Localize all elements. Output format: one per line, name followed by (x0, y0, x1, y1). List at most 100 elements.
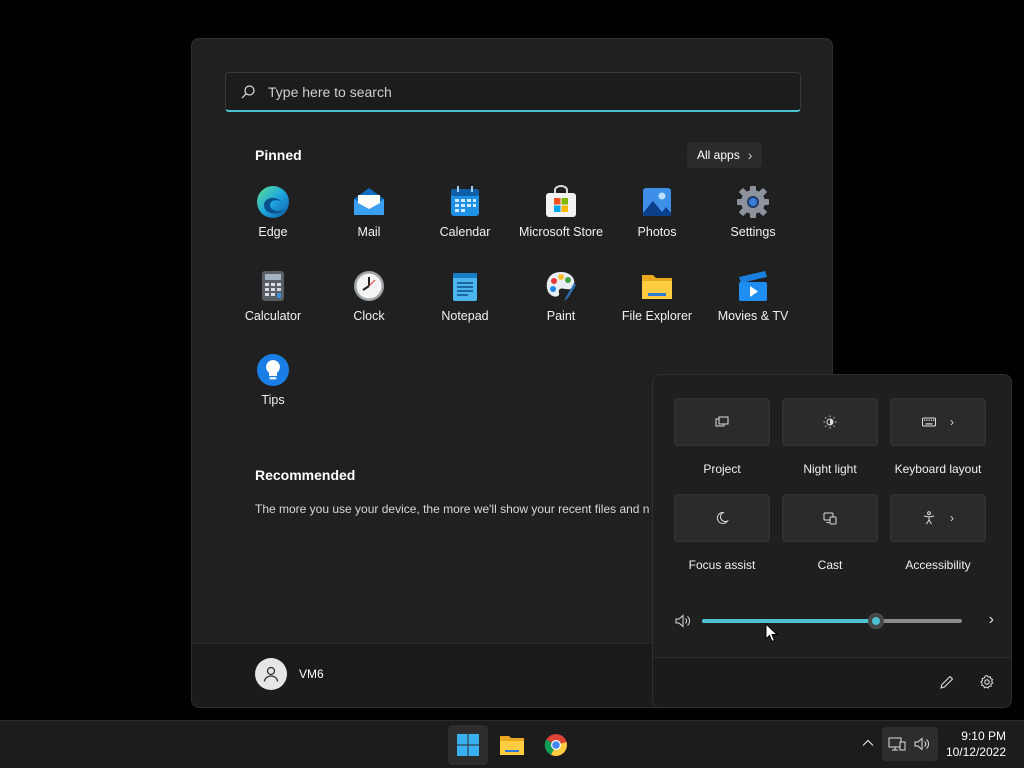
pinned-app-calendar[interactable]: Calendar (417, 185, 513, 269)
all-apps-button[interactable]: All apps › (687, 142, 763, 168)
pinned-app-clock[interactable]: Clock (321, 269, 417, 353)
search-box[interactable] (225, 72, 801, 112)
pinned-app-settings[interactable]: Settings (705, 185, 801, 269)
recommended-title: Recommended (255, 467, 356, 483)
volume-slider-thumb[interactable] (868, 613, 885, 629)
speaker-icon[interactable] (674, 612, 692, 630)
paint-icon (544, 269, 578, 303)
pinned-app-paint[interactable]: Paint (513, 269, 609, 353)
volume-icon (914, 737, 929, 751)
app-label: Movies & TV (717, 309, 789, 323)
quick-settings-footer (653, 657, 1011, 707)
photos-icon (640, 185, 674, 219)
app-label: Edge (258, 225, 288, 239)
app-label: Paint (546, 309, 576, 323)
moon-icon (716, 511, 729, 524)
tile-label: Keyboard layout (894, 462, 982, 476)
clock-date: 10/12/2022 (945, 745, 1006, 759)
app-label: Tips (261, 393, 285, 407)
app-label: Settings (730, 225, 776, 239)
taskbar: 9:10 PM 10/12/2022 (0, 720, 1024, 768)
user-name: VM6 (299, 667, 324, 681)
tile-project: Project (674, 398, 770, 494)
tile-cast: Cast (782, 494, 878, 590)
keyboard-icon (922, 417, 936, 427)
pinned-title: Pinned (255, 147, 302, 163)
app-label: Calendar (439, 225, 491, 239)
tile-night-light: Night light (782, 398, 878, 494)
search-icon (241, 84, 255, 98)
quick-settings-tiles: Project Night light › Keyboard layout Fo… (674, 398, 986, 590)
night-light-icon (823, 415, 837, 429)
pinned-app-file-explorer[interactable]: File Explorer (609, 269, 705, 353)
folder-icon (640, 269, 674, 303)
avatar (255, 658, 287, 690)
tile-label: Focus assist (688, 558, 756, 572)
pinned-app-tips[interactable]: Tips (225, 353, 321, 437)
pinned-app-calculator[interactable]: Calculator (225, 269, 321, 353)
tile-focus-assist: Focus assist (674, 494, 770, 590)
file-explorer-icon (500, 736, 524, 755)
app-label: Photos (637, 225, 677, 239)
recommended-empty-text: The more you use your device, the more w… (255, 502, 650, 516)
taskbar-chrome[interactable] (536, 725, 576, 765)
search-input[interactable] (268, 83, 788, 100)
pinned-app-edge[interactable]: Edge (225, 185, 321, 269)
taskbar-clock[interactable]: 9:10 PM 10/12/2022 (946, 728, 1006, 760)
pinned-app-photos[interactable]: Photos (609, 185, 705, 269)
app-label: Microsoft Store (518, 225, 604, 239)
edit-pencil-icon[interactable] (939, 674, 955, 690)
tile-label: Night light (803, 462, 857, 476)
user-icon (263, 666, 279, 682)
network-icon (888, 737, 906, 751)
chrome-icon (544, 734, 567, 756)
tile-accessibility: › Accessibility (890, 494, 986, 590)
gear-icon[interactable] (979, 674, 995, 690)
chevron-right-icon[interactable]: › (989, 611, 994, 629)
pinned-app-microsoft-store[interactable]: Microsoft Store (513, 185, 609, 269)
volume-slider-fill (702, 619, 877, 623)
start-button[interactable] (448, 725, 488, 765)
quick-settings-panel: Project Night light › Keyboard layout Fo… (652, 374, 1012, 708)
pinned-app-mail[interactable]: Mail (321, 185, 417, 269)
volume-slider[interactable] (702, 613, 962, 629)
clock-icon (352, 269, 386, 303)
mouse-cursor-icon (765, 623, 779, 643)
tile-label: Project (703, 462, 741, 476)
accessibility-button[interactable]: › (890, 494, 986, 542)
user-account-button[interactable]: VM6 (255, 658, 324, 690)
calendar-icon (448, 185, 482, 219)
chevron-right-icon: › (950, 511, 954, 525)
keyboard-layout-button[interactable]: › (890, 398, 986, 446)
app-label: Clock (353, 309, 385, 323)
store-icon (544, 185, 578, 219)
app-label: Mail (357, 225, 381, 239)
accessibility-icon (923, 511, 935, 525)
show-hidden-icons-chevron-up-icon[interactable] (860, 735, 876, 751)
clock-time: 9:10 PM (961, 729, 1006, 743)
tray-network-volume-button[interactable] (882, 727, 938, 761)
pinned-app-notepad[interactable]: Notepad (417, 269, 513, 353)
app-label: Calculator (244, 309, 302, 323)
windows-start-icon (457, 734, 479, 756)
cast-icon (823, 512, 837, 525)
tile-label: Accessibility (905, 558, 971, 572)
night-light-button[interactable] (782, 398, 878, 446)
tips-icon (256, 353, 290, 387)
all-apps-label: All apps (697, 148, 740, 162)
app-label: Notepad (441, 309, 489, 323)
taskbar-file-explorer[interactable] (492, 725, 532, 765)
edge-icon (256, 185, 290, 219)
cast-button[interactable] (782, 494, 878, 542)
pinned-app-movies-tv[interactable]: Movies & TV (705, 269, 801, 353)
calculator-icon (256, 269, 290, 303)
project-button[interactable] (674, 398, 770, 446)
mail-icon (352, 185, 386, 219)
tile-keyboard-layout: › Keyboard layout (890, 398, 986, 494)
project-icon (715, 416, 729, 427)
chevron-right-icon: › (747, 147, 753, 163)
focus-assist-button[interactable] (674, 494, 770, 542)
chevron-right-icon: › (950, 415, 954, 429)
tile-label: Cast (817, 558, 843, 572)
notepad-icon (448, 269, 482, 303)
